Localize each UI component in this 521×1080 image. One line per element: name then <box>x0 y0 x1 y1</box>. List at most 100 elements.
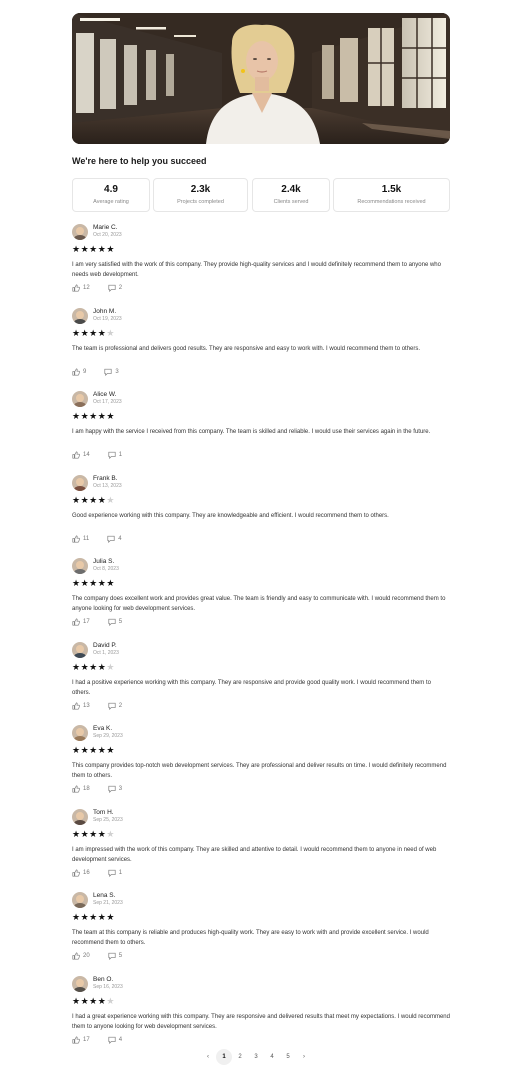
like-count: 13 <box>83 702 90 709</box>
review-item: Lena S. Sep 21, 2023 ★★★★★ The team at this… <box>72 892 450 968</box>
avatar <box>72 474 88 491</box>
like-button[interactable]: 18 <box>72 785 90 793</box>
review-actions: 13 2 <box>72 701 122 710</box>
review-date: Sep 16, 2023 <box>93 983 123 990</box>
review-text: The team at this company is reliable and… <box>72 930 429 946</box>
comment-button[interactable]: 5 <box>108 952 122 960</box>
star-rating: ★★★★★ <box>72 912 115 922</box>
like-button[interactable]: 17 <box>72 618 90 626</box>
star-rating: ★★★★★ <box>72 829 115 839</box>
star-filled-icon: ★ <box>106 244 115 254</box>
reviewer-name: Lena S. <box>93 892 116 899</box>
review-date: Oct 20, 2023 <box>93 232 122 238</box>
page-headline: We're here to help you succeed <box>72 156 207 166</box>
star-filled-icon: ★ <box>72 912 81 922</box>
star-filled-icon: ★ <box>80 912 90 922</box>
star-filled-icon: ★ <box>72 244 81 254</box>
thumbs-up-icon <box>72 284 80 292</box>
page-button-4[interactable]: 4 <box>264 1049 280 1065</box>
thumbs-up-icon <box>72 785 80 793</box>
star-rating: ★★★★★ <box>72 328 115 338</box>
like-button[interactable]: 14 <box>72 451 90 459</box>
like-count: 14 <box>83 452 90 458</box>
review-date: Oct 13, 2023 <box>93 482 122 489</box>
review-actions: 16 1 <box>72 868 122 877</box>
avatar <box>72 725 88 741</box>
star-filled-icon: ★ <box>89 494 98 505</box>
page-button-5[interactable]: 5 <box>280 1049 296 1065</box>
comment-icon <box>108 1036 116 1044</box>
like-button[interactable]: 9 <box>72 367 86 376</box>
star-filled-icon: ★ <box>80 995 90 1006</box>
like-button[interactable]: 16 <box>72 868 90 877</box>
star-empty-icon: ★ <box>106 661 115 672</box>
reviewer-name: Alice W. <box>93 391 117 398</box>
avatar <box>72 558 88 574</box>
comment-button[interactable]: 4 <box>107 535 122 543</box>
thumbs-up-icon <box>72 868 80 877</box>
reviewer-name: Eva K. <box>93 725 113 732</box>
comment-count: 1 <box>118 869 123 876</box>
star-filled-icon: ★ <box>72 828 81 839</box>
like-button[interactable]: 17 <box>72 1035 90 1044</box>
like-count: 17 <box>83 619 90 625</box>
star-filled-icon: ★ <box>80 745 90 755</box>
comment-button[interactable]: 3 <box>104 368 119 376</box>
next-page-button[interactable]: › <box>296 1049 312 1065</box>
page-button-3[interactable]: 3 <box>248 1049 264 1065</box>
like-count: 18 <box>83 786 90 792</box>
comment-icon <box>108 284 116 292</box>
avatar <box>72 975 88 992</box>
review-item: David P. Oct 1, 2023 ★★★★★ I had a positive… <box>72 641 450 718</box>
star-filled-icon: ★ <box>72 327 81 338</box>
avatar <box>72 307 88 324</box>
review-text: I am very satisfied with the work of thi… <box>72 262 441 278</box>
reviewer-name: Julia S. <box>93 558 115 565</box>
review-text: I am impressed with the work of this com… <box>72 846 437 863</box>
comment-button[interactable]: 1 <box>108 451 122 459</box>
warehouse-portrait-image <box>72 13 450 144</box>
avatar <box>72 391 88 407</box>
like-button[interactable]: 20 <box>72 952 90 960</box>
star-filled-icon: ★ <box>89 244 98 254</box>
review-item: Tom H. Sep 25, 2023 ★★★★★ I am impressed wi… <box>72 808 450 885</box>
star-empty-icon: ★ <box>106 995 115 1006</box>
comment-button[interactable]: 3 <box>108 785 122 793</box>
review-date: Oct 8, 2023 <box>93 566 119 572</box>
reviewer-name: Ben O. <box>93 975 114 983</box>
comment-count: 5 <box>118 619 123 625</box>
like-button[interactable]: 11 <box>72 534 89 543</box>
stat-value: 2.4k <box>281 184 301 195</box>
review-date: Oct 17, 2023 <box>93 399 122 405</box>
star-filled-icon: ★ <box>80 828 90 839</box>
star-filled-icon: ★ <box>80 661 90 672</box>
like-button[interactable]: 13 <box>72 701 90 710</box>
comment-button[interactable]: 5 <box>108 618 122 626</box>
avatar <box>72 892 88 908</box>
prev-page-button[interactable]: ‹ <box>200 1049 216 1065</box>
comment-icon <box>108 869 116 877</box>
review-item: Julia S. Oct 8, 2023 ★★★★★ The company does… <box>72 558 450 634</box>
star-filled-icon: ★ <box>72 995 81 1006</box>
thumbs-up-icon <box>72 952 80 960</box>
comment-count: 1 <box>118 452 123 458</box>
page-button-2[interactable]: 2 <box>232 1049 248 1065</box>
star-empty-icon: ★ <box>106 327 115 338</box>
star-filled-icon: ★ <box>89 745 98 755</box>
comment-button[interactable]: 1 <box>108 869 122 877</box>
page-button-1[interactable]: 1 <box>216 1049 232 1065</box>
reviewer-name: Tom H. <box>93 808 114 816</box>
comment-button[interactable]: 2 <box>108 702 122 710</box>
review-actions: 93 <box>72 367 119 376</box>
avatar <box>72 808 88 825</box>
comment-icon <box>108 451 116 459</box>
review-text: Good experience working with this compan… <box>72 512 389 519</box>
avatar <box>72 224 88 240</box>
comment-button[interactable]: 2 <box>108 284 122 292</box>
star-filled-icon: ★ <box>106 745 115 755</box>
like-button[interactable]: 12 <box>72 284 90 292</box>
star-filled-icon: ★ <box>106 578 115 588</box>
star-filled-icon: ★ <box>72 578 81 588</box>
comment-button[interactable]: 4 <box>108 1036 122 1044</box>
comment-count: 2 <box>118 702 123 709</box>
